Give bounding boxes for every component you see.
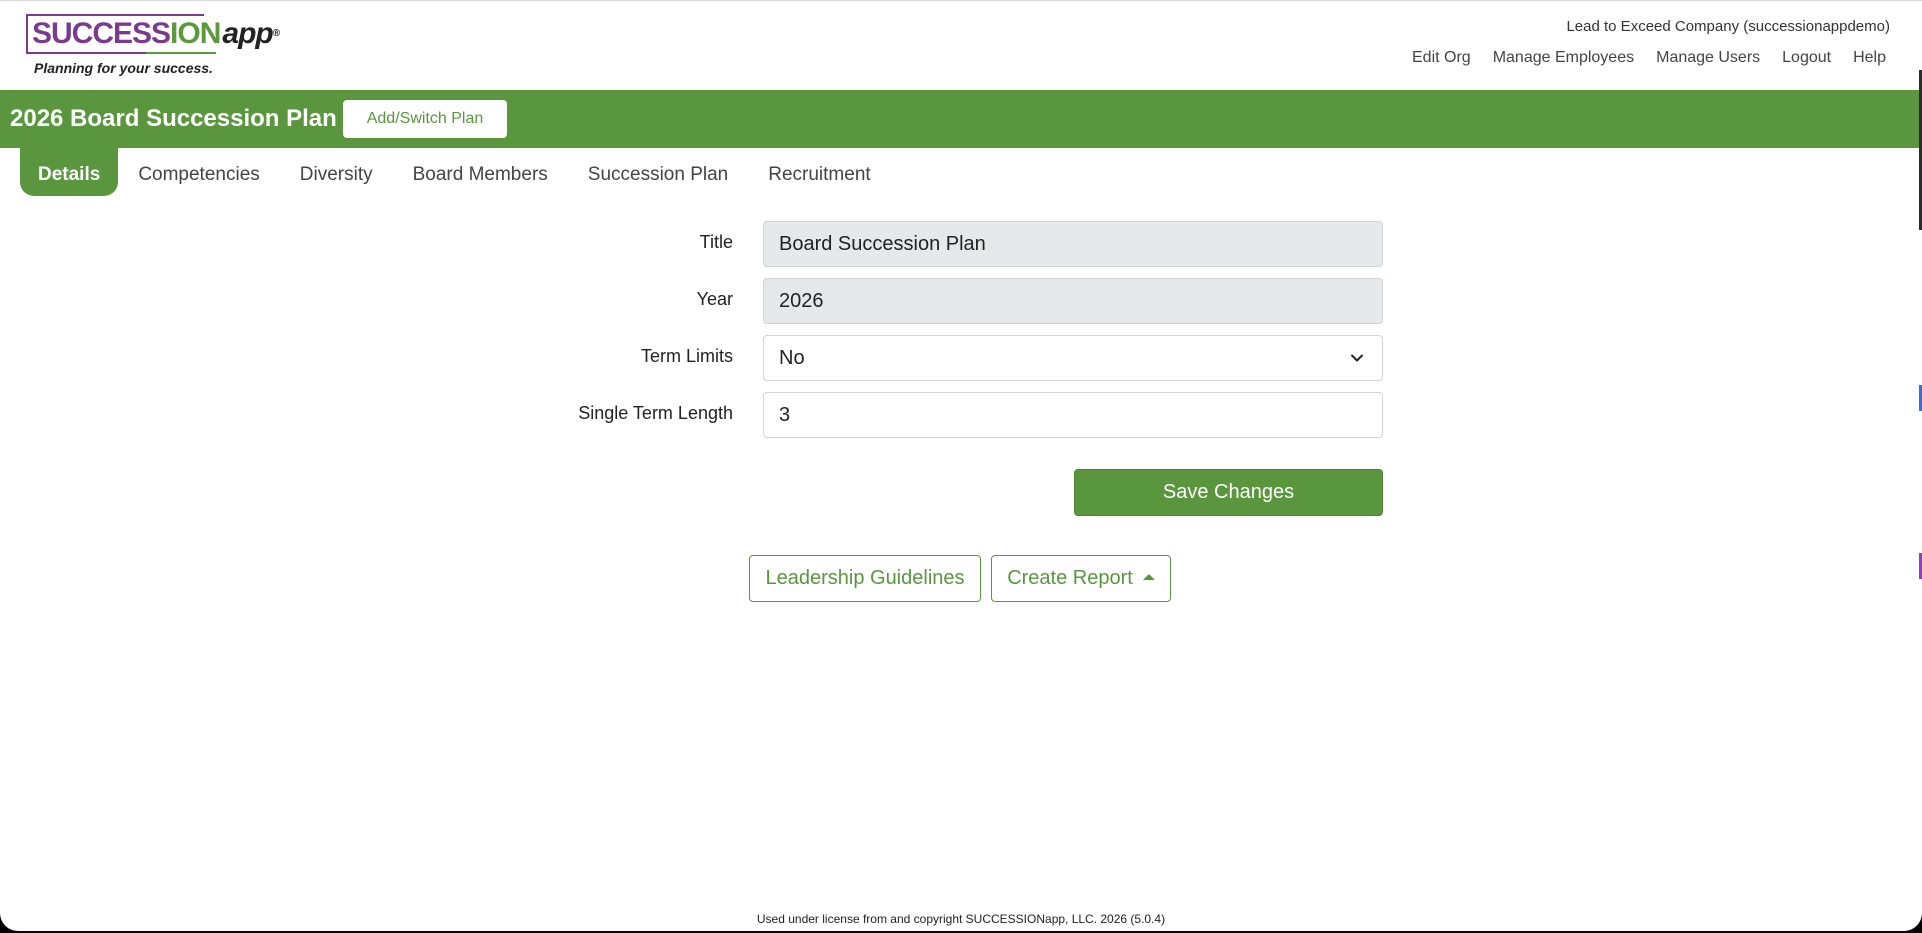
save-changes-button[interactable]: Save Changes: [1074, 469, 1383, 516]
successionapp-logo[interactable]: SUCCESSIONapp® Planning for your success…: [26, 14, 280, 80]
tab-diversity[interactable]: Diversity: [280, 148, 393, 196]
title-label: Title: [699, 232, 733, 252]
company-name: Lead to Exceed Company (successionappdem…: [1566, 18, 1890, 35]
add-switch-plan-button[interactable]: Add/Switch Plan: [343, 100, 507, 138]
nav-help[interactable]: Help: [1853, 49, 1886, 67]
app-window: SUCCESSIONapp® Planning for your success…: [0, 0, 1922, 931]
nav-manage-users[interactable]: Manage Users: [1656, 49, 1760, 67]
title-field: Board Succession Plan: [763, 221, 1383, 267]
logo-wordmark: SUCCESSIONapp®: [32, 16, 280, 52]
nav-logout[interactable]: Logout: [1782, 49, 1831, 67]
tab-competencies[interactable]: Competencies: [118, 148, 279, 196]
single-term-length-input[interactable]: 3: [763, 392, 1383, 438]
plan-tabs: Details Competencies Diversity Board Mem…: [20, 148, 891, 196]
top-border: [0, 0, 1922, 1]
logo-text-success: SUCCESS: [32, 17, 171, 50]
term-limits-label: Term Limits: [640, 346, 733, 366]
nav-edit-org[interactable]: Edit Org: [1412, 49, 1471, 67]
logo-text-app: app: [222, 17, 273, 50]
term-limits-select[interactable]: No: [763, 335, 1383, 381]
create-report-button[interactable]: Create Report: [991, 555, 1171, 602]
leadership-guidelines-button[interactable]: Leadership Guidelines: [749, 555, 981, 602]
footer-copyright: Used under license from and copyright SU…: [756, 912, 1166, 926]
top-nav: Edit Org Manage Employees Manage Users L…: [1412, 49, 1886, 67]
create-report-label: Create Report: [1007, 567, 1133, 589]
logo-registered-mark: ®: [272, 28, 280, 39]
plan-bar: 2026 Board Succession Plan Add/Switch Pl…: [0, 90, 1922, 148]
tab-details[interactable]: Details: [20, 148, 119, 196]
single-term-length-label: Single Term Length: [578, 403, 733, 423]
tab-recruitment[interactable]: Recruitment: [748, 148, 890, 196]
term-limits-selected-value: No: [779, 347, 805, 369]
logo-tagline: Planning for your success.: [34, 60, 213, 76]
nav-manage-employees[interactable]: Manage Employees: [1493, 49, 1634, 67]
logo-underline-arrow: [146, 52, 216, 54]
chevron-down-icon: [1351, 354, 1363, 362]
year-label: Year: [696, 289, 733, 309]
caret-up-icon: [1142, 573, 1155, 580]
logo-text-ion: ION: [170, 17, 221, 50]
plan-title: 2026 Board Succession Plan: [10, 105, 337, 132]
year-field: 2026: [763, 278, 1383, 324]
tab-succession-plan[interactable]: Succession Plan: [568, 148, 748, 196]
tab-board-members[interactable]: Board Members: [393, 148, 568, 196]
